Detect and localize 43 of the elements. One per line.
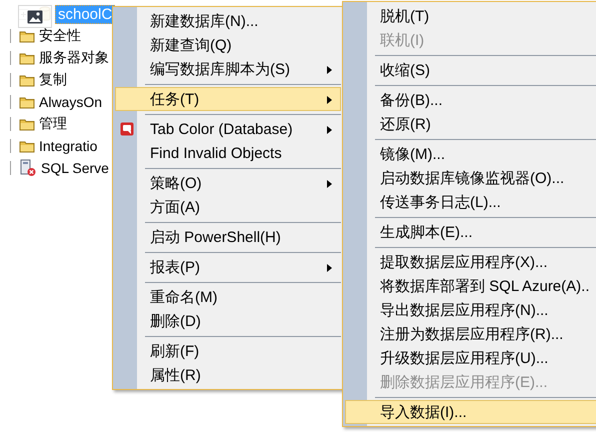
menu-item[interactable]: 新建查询(Q) — [115, 33, 341, 57]
menu-item[interactable]: 注册为数据层应用程序(R)... — [345, 322, 596, 346]
folder-icon — [19, 118, 35, 130]
menu-item[interactable]: 导入数据(I)... — [345, 400, 596, 424]
menu-item[interactable]: 将数据库部署到 SQL Azure(A).. — [345, 274, 596, 298]
menu-item[interactable]: Tab Color (Database) — [115, 117, 341, 141]
menu-item[interactable]: 任务(T) — [115, 87, 341, 111]
menu-item[interactable]: 策略(O) — [115, 171, 341, 195]
menu-item[interactable]: 属性(R) — [115, 363, 341, 387]
agent-icon — [19, 159, 37, 177]
tree-item[interactable]: SQL Serve — [41, 160, 109, 176]
menu-item[interactable]: 方面(A) — [115, 195, 341, 219]
folder-icon — [19, 140, 35, 152]
menu-item[interactable]: 新建数据库(N)... — [115, 9, 341, 33]
menu-item[interactable]: Find Invalid Objects — [115, 141, 341, 165]
folder-icon — [19, 74, 35, 86]
folder-icon — [19, 52, 35, 64]
menu-item[interactable]: 还原(R) — [345, 112, 596, 136]
menu-item[interactable]: 脱机(T) — [345, 4, 596, 28]
menu-item[interactable]: 镜像(M)... — [345, 142, 596, 166]
image-icon — [27, 10, 43, 24]
menu-item[interactable]: 收缩(S) — [345, 58, 596, 82]
tree-item[interactable]: 服务器对象 — [39, 49, 109, 67]
menu-item[interactable]: 升级数据层应用程序(U)... — [345, 346, 596, 370]
menu-item[interactable]: 导出数据层应用程序(N)... — [345, 298, 596, 322]
menu-item[interactable]: 备份(B)... — [345, 88, 596, 112]
menu-item[interactable]: 删除(D) — [115, 309, 341, 333]
tree-item[interactable]: 管理 — [39, 115, 67, 133]
menu-item[interactable]: 编写数据库脚本为(S) — [115, 57, 341, 81]
menu-item[interactable]: 报表(P) — [115, 255, 341, 279]
folder-icon — [19, 96, 35, 108]
folder-icon — [19, 30, 35, 42]
tree-item[interactable]: AlwaysOn — [39, 94, 102, 110]
menu-item[interactable]: 提取数据层应用程序(X)... — [345, 250, 596, 274]
menu-item[interactable]: 刷新(F) — [115, 339, 341, 363]
tree-item[interactable]: 复制 — [39, 71, 67, 89]
tree-item[interactable]: 安全性 — [39, 27, 81, 45]
menu-item[interactable]: 启动 PowerShell(H) — [115, 225, 341, 249]
tree-item[interactable]: Integratio — [39, 138, 98, 154]
menu-item[interactable]: 生成脚本(E)... — [345, 220, 596, 244]
menu-item[interactable]: 启动数据库镜像监视器(O)... — [345, 166, 596, 190]
menu-item[interactable]: 传送事务日志(L)... — [345, 190, 596, 214]
menu-item[interactable]: 重命名(M) — [115, 285, 341, 309]
